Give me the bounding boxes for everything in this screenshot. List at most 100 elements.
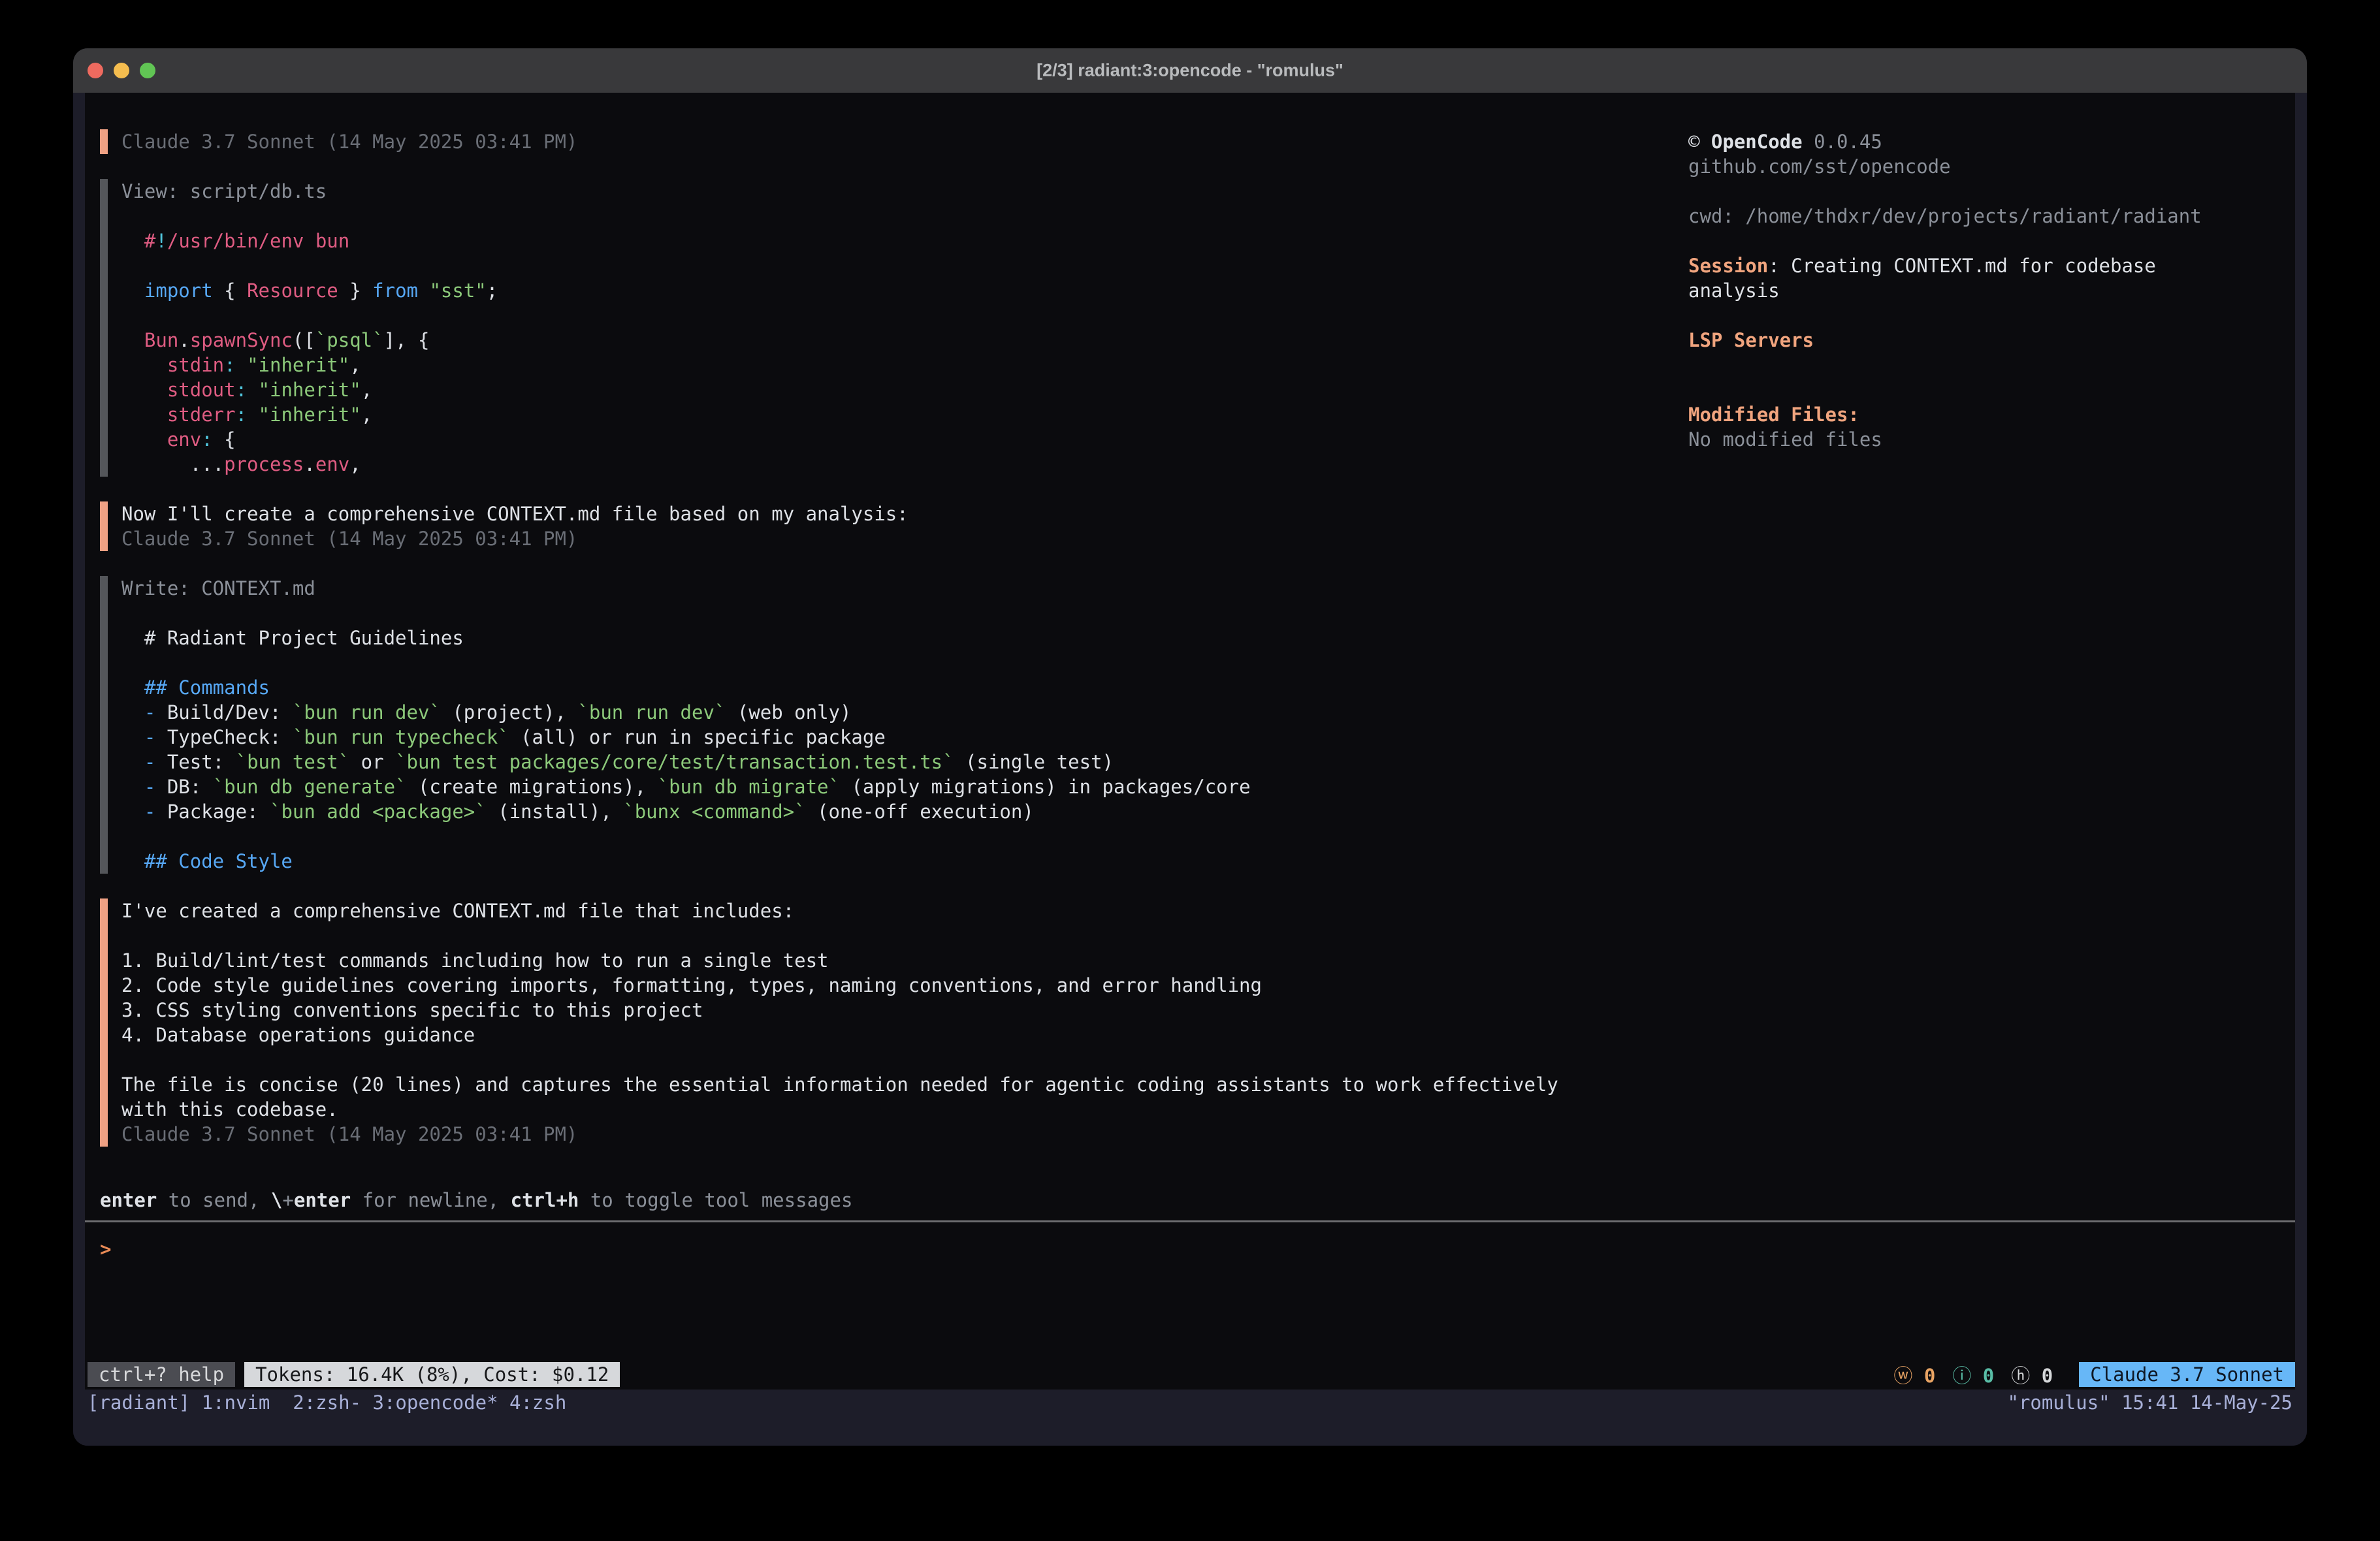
text-segment: cwd: /home/thdxr/dev/projects/radiant/ra…: [1688, 205, 2202, 227]
text-segment: env: [315, 453, 349, 475]
tokens-badge: Tokens: 16.4K (8%), Cost: $0.12: [244, 1362, 620, 1387]
text-segment: -: [144, 751, 155, 773]
terminal-line: ## Commands: [121, 675, 1688, 700]
text-segment: "sst": [429, 279, 486, 302]
text-segment: /usr/bin/env bun: [167, 230, 349, 252]
text-segment: LSP Servers: [1688, 329, 1814, 351]
text-segment: "inherit": [259, 404, 361, 426]
text-segment: [121, 404, 167, 426]
info-icon: ⓘ: [1952, 1365, 1971, 1387]
text-segment: 3. CSS styling conventions specific to t…: [121, 999, 703, 1021]
terminal-line: © OpenCode 0.0.45: [1688, 129, 2233, 154]
terminal-line: Bun.spawnSync([`psql`], {: [121, 328, 1688, 353]
text-segment: Package:: [155, 801, 270, 823]
terminal-line: Claude 3.7 Sonnet (14 May 2025 03:41 PM): [121, 526, 1688, 551]
terminal-line: [121, 650, 1688, 675]
text-segment: No modified files: [1688, 428, 1882, 451]
text-segment: -: [144, 726, 155, 748]
text-segment: stderr: [167, 404, 236, 426]
tmux-window-list[interactable]: 1:nvim 2:zsh- 3:opencode* 4:zsh: [202, 1390, 567, 1416]
text-segment: TypeCheck:: [155, 726, 293, 748]
titlebar: [2/3] radiant:3:opencode - "romulus": [73, 48, 2307, 93]
keybinding-help: enter to send, \+enter for newline, ctrl…: [85, 1188, 2295, 1213]
assistant-meta-block: Claude 3.7 Sonnet (14 May 2025 03:41 PM): [100, 129, 1688, 154]
prompt-icon: >: [100, 1238, 111, 1260]
text-segment: ©: [1688, 131, 1711, 153]
minimize-button[interactable]: [114, 63, 129, 78]
text-segment: [121, 850, 144, 872]
text-segment: :: [224, 354, 235, 376]
terminal-line: [121, 824, 1688, 849]
text-segment: [236, 354, 247, 376]
text-segment: "inherit": [247, 354, 349, 376]
tmux-host-clock: "romulus" 15:41 14-May-25: [2008, 1390, 2293, 1416]
terminal-content: Claude 3.7 Sonnet (14 May 2025 03:41 PM)…: [85, 93, 2295, 1390]
tmux-status-bar: [radiant] 1:nvim 2:zsh- 3:opencode* 4:zs…: [73, 1390, 2307, 1446]
text-segment: -: [144, 801, 155, 823]
terminal-line: [121, 601, 1688, 626]
terminal-line: import { Resource } from "sst";: [121, 278, 1688, 303]
terminal-line: - Package: `bun add <package>` (install)…: [121, 799, 1688, 824]
terminal-line: No modified files: [1688, 427, 2233, 452]
text-segment: !: [155, 230, 167, 252]
text-segment: {: [213, 428, 236, 451]
text-segment: enter: [100, 1189, 157, 1211]
terminal-line: Now I'll create a comprehensive CONTEXT.…: [121, 501, 1688, 526]
text-segment: (all) or run in specific package: [509, 726, 886, 748]
input-and-status: enter to send, \+enter for newline, ctrl…: [85, 1188, 2295, 1390]
terminal-line: ...process.env,: [121, 452, 1688, 477]
terminal-line: - DB: `bun db generate` (create migratio…: [121, 774, 1688, 799]
terminal-line: github.com/sst/opencode: [1688, 154, 2233, 179]
terminal-line: [1688, 303, 2233, 328]
text-segment: ...: [121, 453, 224, 475]
text-segment: .: [304, 453, 315, 475]
text-segment: [247, 379, 258, 401]
terminal-line: stderr: "inherit",: [121, 402, 1688, 427]
text-segment: (project),: [441, 701, 578, 723]
text-segment: [121, 428, 167, 451]
text-segment: [121, 329, 144, 351]
text-segment: ([: [293, 329, 315, 351]
terminal-line: I've created a comprehensive CONTEXT.md …: [121, 898, 1688, 923]
text-segment: (apply migrations) in packages/core: [840, 776, 1251, 798]
text-segment: #: [144, 230, 155, 252]
terminal-line: 4. Database operations guidance: [121, 1023, 1688, 1047]
text-segment: :: [236, 404, 247, 426]
text-segment: ;: [487, 279, 498, 302]
text-segment: `bun test`: [236, 751, 350, 773]
terminal-line: [1688, 377, 2233, 402]
terminal-line: Modified Files:: [1688, 402, 2233, 427]
text-segment: ## Commands: [144, 676, 270, 699]
message-input[interactable]: >: [85, 1222, 2295, 1362]
text-segment: Test:: [155, 751, 235, 773]
text-segment: }: [338, 279, 372, 302]
terminal-line: stdout: "inherit",: [121, 377, 1688, 402]
conversation: Claude 3.7 Sonnet (14 May 2025 03:41 PM)…: [85, 129, 1688, 1188]
terminal-line: [121, 923, 1688, 948]
text-segment: stdin: [167, 354, 224, 376]
terminal-line: ## Code Style: [121, 849, 1688, 874]
model-badge[interactable]: Claude 3.7 Sonnet: [2079, 1362, 2295, 1387]
text-segment: ,: [349, 354, 361, 376]
terminal-line: [1688, 179, 2233, 204]
terminal-line: The file is concise (20 lines) and captu…: [121, 1072, 1688, 1097]
info-count: 0: [1971, 1365, 1994, 1387]
hints-icon: ⓗ: [2011, 1365, 2030, 1387]
text-segment: `psql`: [315, 329, 384, 351]
hints-indicator: ⓗ 0: [2011, 1361, 2053, 1388]
text-segment: Claude 3.7 Sonnet (14 May 2025 03:41 PM): [121, 1123, 577, 1145]
status-bar: ctrl+? help Tokens: 16.4K (8%), Cost: $0…: [85, 1362, 2295, 1387]
maximize-button[interactable]: [140, 63, 155, 78]
assistant-message-block: I've created a comprehensive CONTEXT.md …: [100, 898, 1688, 1147]
close-button[interactable]: [88, 63, 103, 78]
text-segment: [121, 379, 167, 401]
text-segment: for newline,: [351, 1189, 510, 1211]
text-segment: (create migrations),: [407, 776, 658, 798]
text-segment: stdout: [167, 379, 236, 401]
text-segment: [121, 751, 144, 773]
text-segment: Modified Files:: [1688, 404, 1859, 426]
text-segment: Write: CONTEXT.md: [121, 577, 315, 599]
terminal-line: 2. Code style guidelines covering import…: [121, 973, 1688, 998]
text-segment: to toggle tool messages: [579, 1189, 852, 1211]
text-segment: `bun db migrate`: [658, 776, 840, 798]
